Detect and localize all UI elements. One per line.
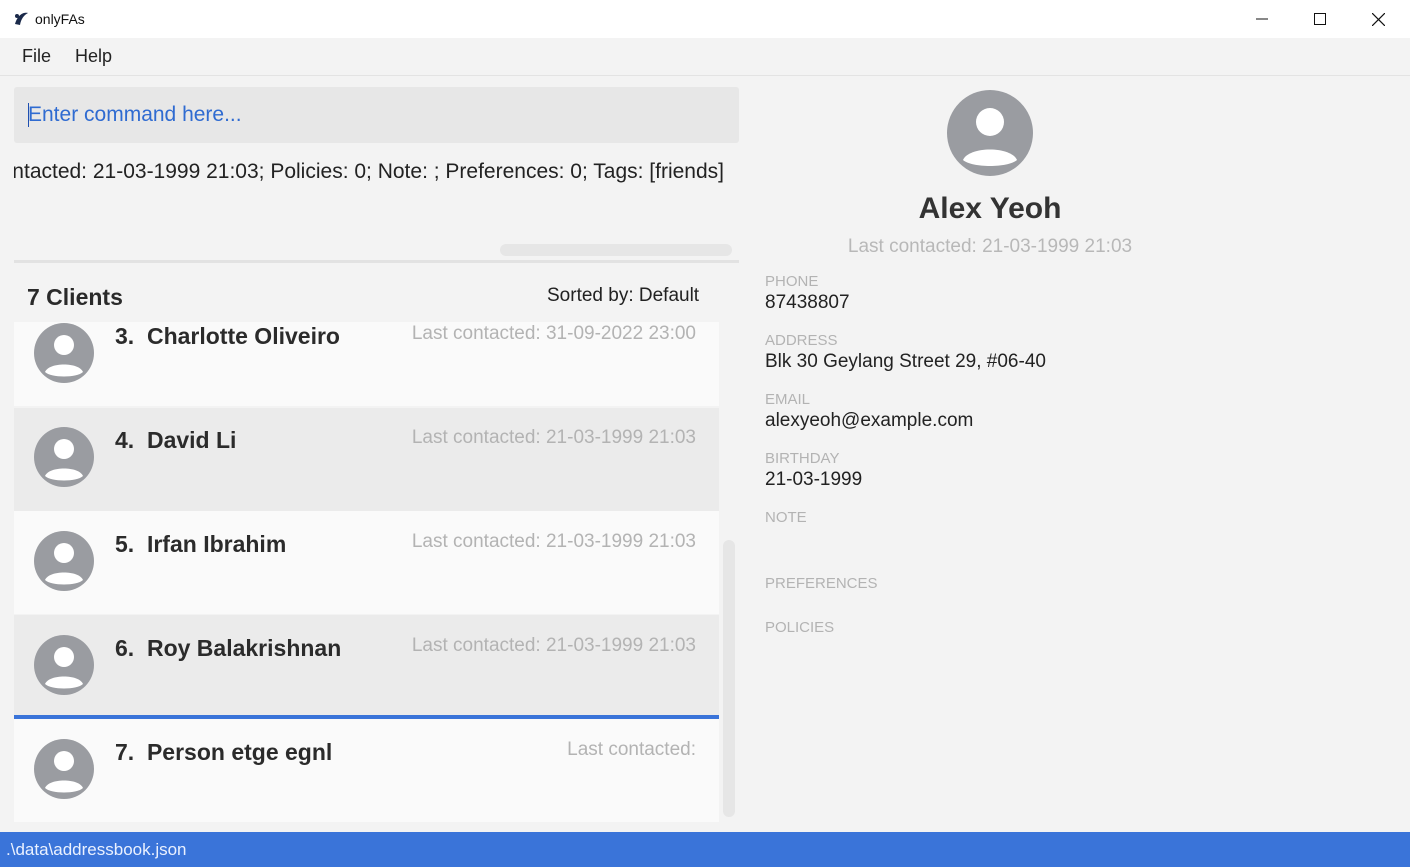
client-last-contacted: Last contacted: 21-03-1999 21:03 xyxy=(411,531,696,552)
list-item-selected[interactable]: 6. Roy Balakrishnan Last contacted: 21-0… xyxy=(14,615,719,719)
close-button[interactable] xyxy=(1349,0,1407,38)
phone-label: PHONE xyxy=(765,273,819,290)
client-count: 7 Clients xyxy=(27,284,123,310)
window-title: onlyFAs xyxy=(35,11,85,27)
note-label: NOTE xyxy=(765,509,807,526)
preferences-label: PREFERENCES xyxy=(765,575,878,592)
maximize-icon xyxy=(1314,13,1326,25)
avatar-icon xyxy=(34,739,94,799)
result-text: Last contacted: 21-03-1999 21:03; Polici… xyxy=(14,160,724,183)
detail-last-contacted: Last contacted: 21-03-1999 21:03 xyxy=(847,236,1133,257)
text-caret xyxy=(28,103,29,127)
client-name: 6. Roy Balakrishnan xyxy=(115,635,342,661)
client-name: 7. Person etge egnl xyxy=(115,739,333,765)
minimize-button[interactable] xyxy=(1233,0,1291,38)
client-last-contacted: Last contacted: 21-03-1999 21:03 xyxy=(411,635,696,656)
client-list: 3. Charlotte Oliveiro Last contacted: 31… xyxy=(14,322,719,822)
sort-label: Sorted by: Default xyxy=(547,285,700,306)
phone-value: 87438807 xyxy=(765,292,850,313)
list-item[interactable]: 4. David Li Last contacted: 21-03-1999 2… xyxy=(14,408,719,511)
command-input[interactable]: Enter command here... xyxy=(14,87,739,143)
list-vertical-scrollbar[interactable] xyxy=(723,540,735,817)
client-last-contacted: Last contacted: 31-09-2022 23:00 xyxy=(411,323,696,344)
minimize-icon xyxy=(1256,18,1268,20)
panel-divider xyxy=(14,260,739,263)
email-value: alexyeoh@example.com xyxy=(765,410,974,431)
list-item[interactable]: 7. Person etge egnl Last contacted: xyxy=(14,719,719,822)
close-icon xyxy=(1371,12,1385,26)
birthday-value: 21-03-1999 xyxy=(765,469,863,490)
detail-avatar-icon xyxy=(947,90,1033,176)
menu-bar: File Help xyxy=(0,38,1410,76)
save-file-path: .\data\addressbook.json xyxy=(6,840,187,859)
client-name: 5. Irfan Ibrahim xyxy=(115,531,287,557)
app-logo-icon xyxy=(15,12,28,25)
list-item[interactable]: 3. Charlotte Oliveiro Last contacted: 31… xyxy=(14,322,719,406)
command-placeholder: Enter command here... xyxy=(28,103,242,126)
status-bar: .\data\addressbook.json xyxy=(0,832,1410,867)
maximize-button[interactable] xyxy=(1291,0,1349,38)
avatar-icon xyxy=(34,323,94,383)
client-name: 3. Charlotte Oliveiro xyxy=(115,323,340,349)
title-bar: onlyFAs xyxy=(0,0,1410,39)
detail-name: Alex Yeoh xyxy=(918,192,1062,225)
avatar-icon xyxy=(34,635,94,695)
client-last-contacted: Last contacted: 21-03-1999 21:03 xyxy=(411,427,696,448)
address-label: ADDRESS xyxy=(765,332,838,349)
menu-help[interactable]: Help xyxy=(75,46,112,67)
birthday-label: BIRTHDAY xyxy=(765,450,840,467)
avatar-icon xyxy=(34,427,94,487)
result-horizontal-scrollbar[interactable] xyxy=(500,244,732,256)
address-value: Blk 30 Geylang Street 29, #06-40 xyxy=(765,351,1046,372)
client-name: 4. David Li xyxy=(115,427,237,453)
menu-file[interactable]: File xyxy=(22,46,51,67)
email-label: EMAIL xyxy=(765,391,811,408)
policies-label: POLICIES xyxy=(765,619,835,636)
client-last-contacted: Last contacted: xyxy=(567,739,696,760)
avatar-icon xyxy=(34,531,94,591)
list-item[interactable]: 5. Irfan Ibrahim Last contacted: 21-03-1… xyxy=(14,511,719,614)
